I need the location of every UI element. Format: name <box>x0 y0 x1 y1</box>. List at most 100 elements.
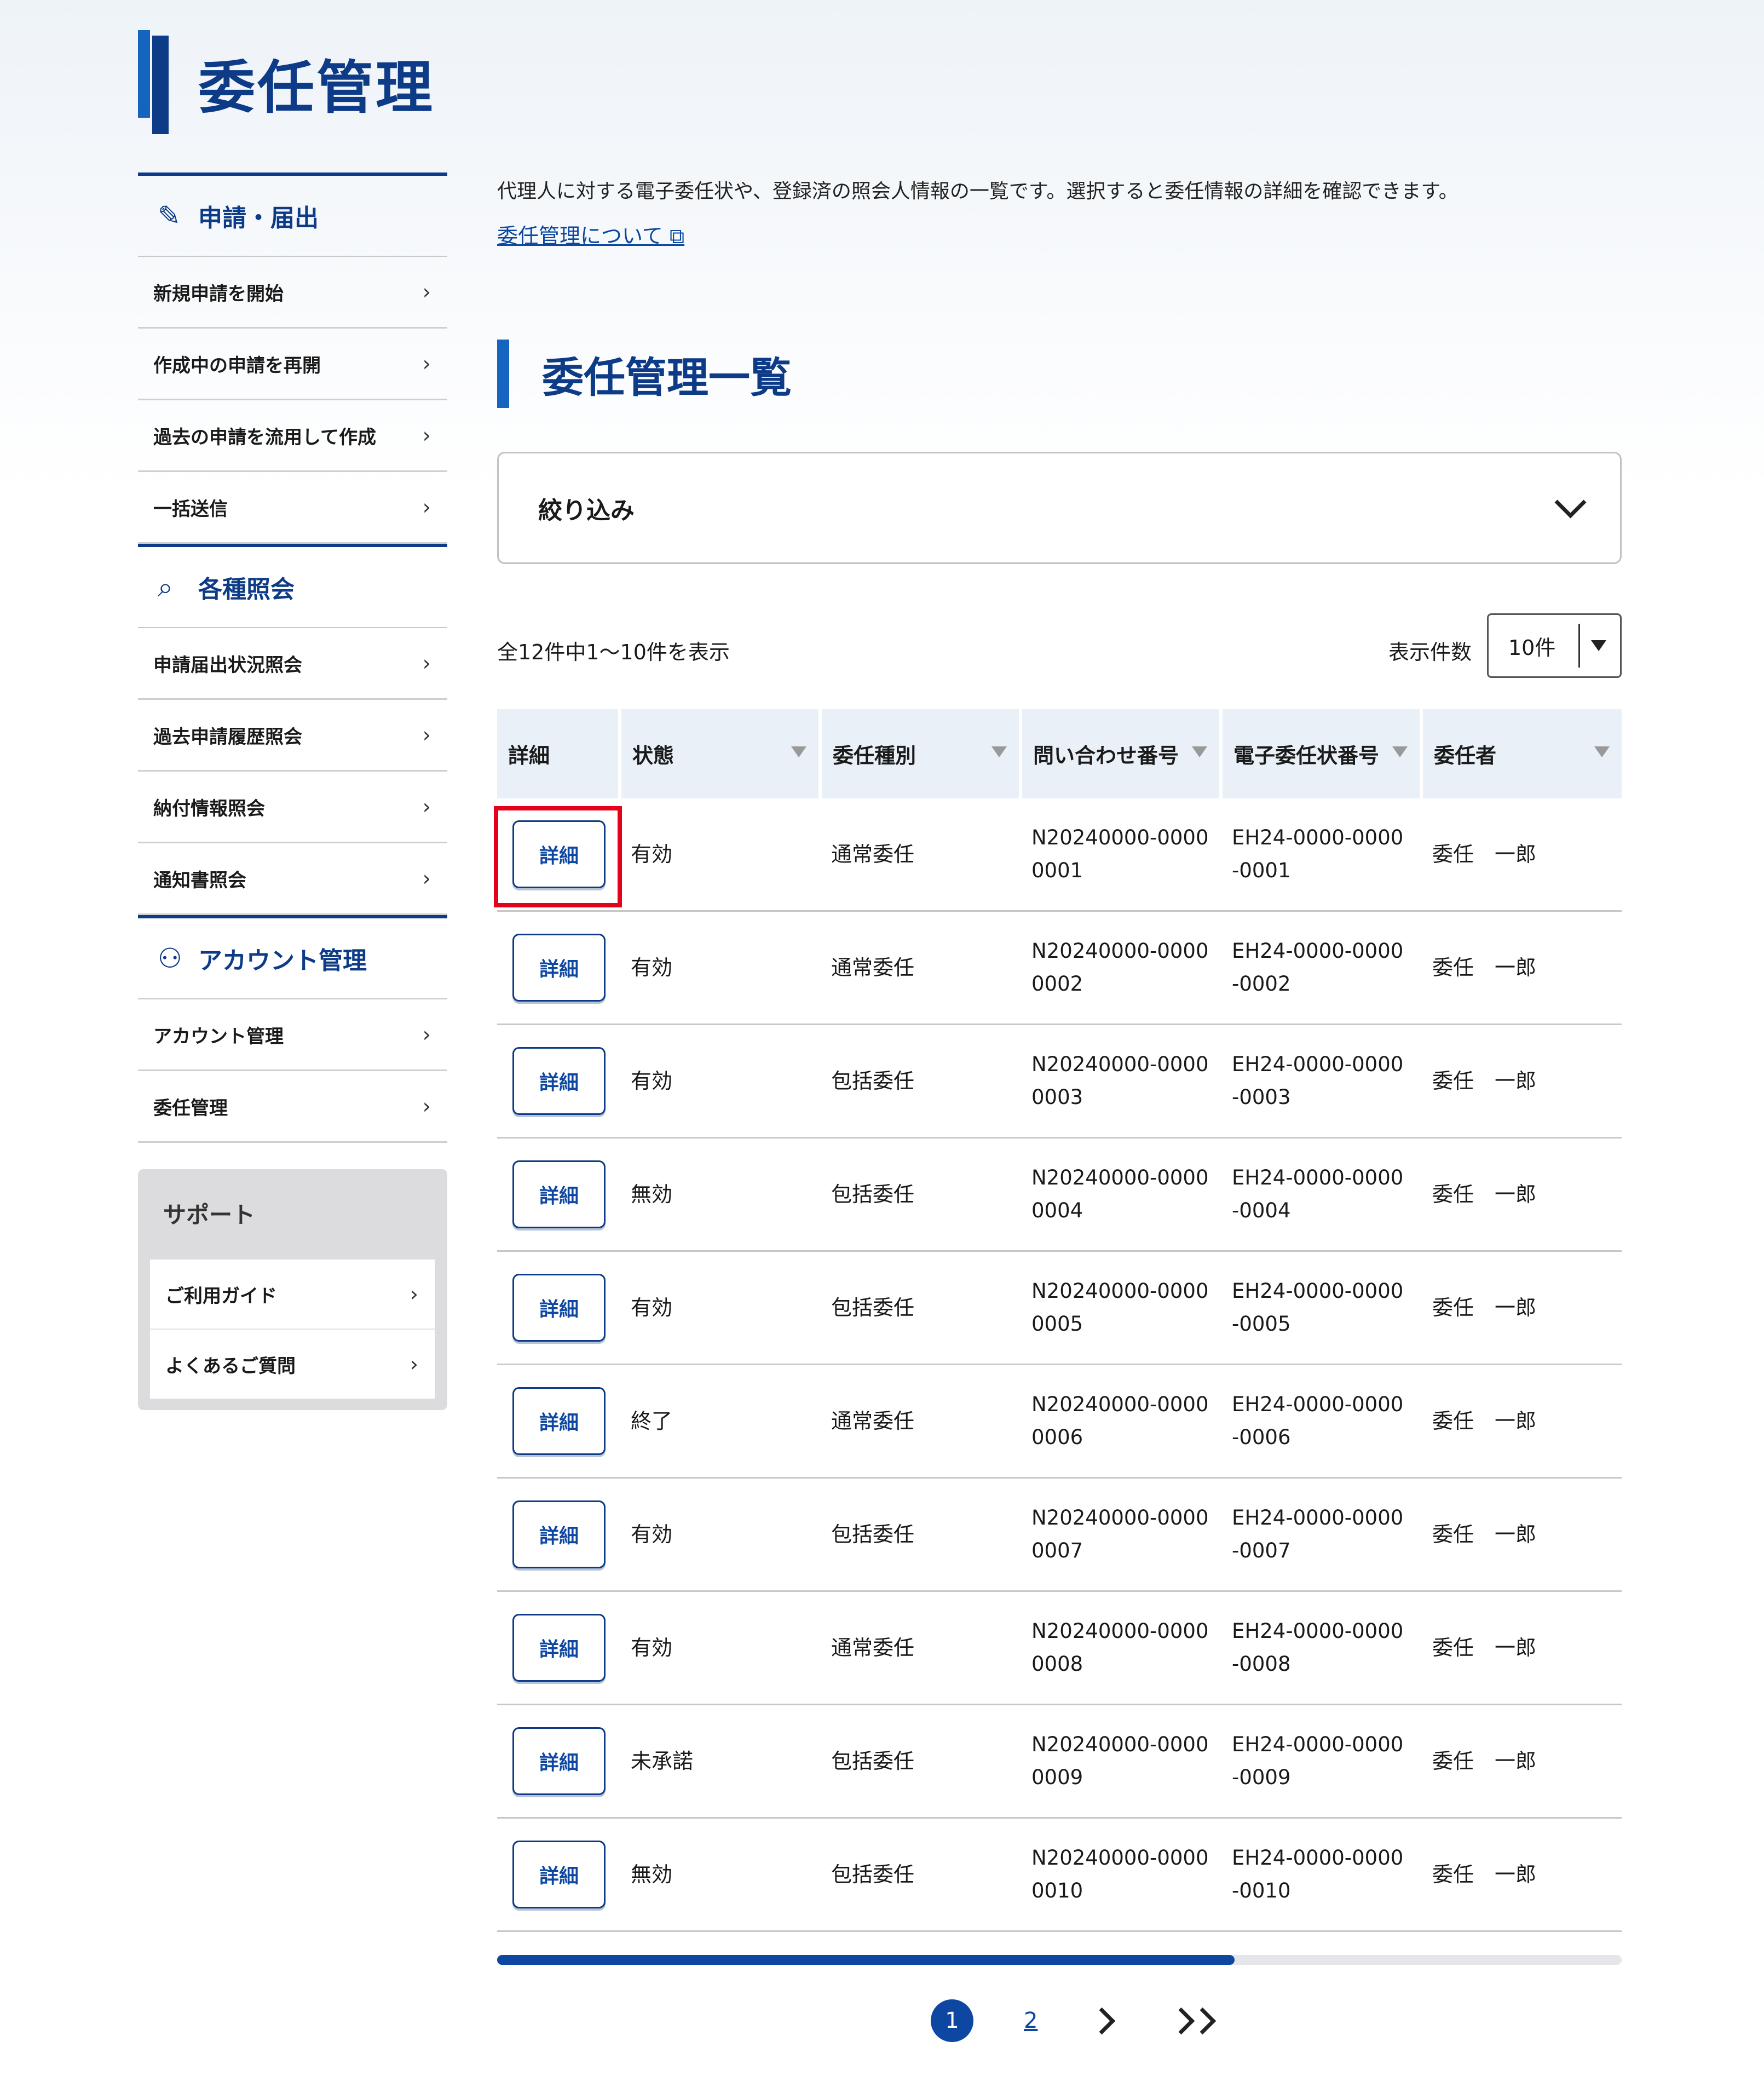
inquiry-number-cell: N20240000-00000004 <box>1021 1137 1221 1252</box>
detail-button[interactable]: 詳細 <box>512 1387 606 1455</box>
detail-cell: 詳細 <box>497 1477 620 1592</box>
select-divider <box>1578 624 1580 668</box>
type-cell: 包括委任 <box>820 1251 1021 1365</box>
sidebar-item-payment-inquiry[interactable]: 納付情報照会 › <box>138 772 447 843</box>
inquiry-number-cell: N20240000-00000001 <box>1021 798 1221 912</box>
chevron-right-icon: › <box>422 651 431 675</box>
sidebar-heading-application: ✎ 申請・届出 <box>138 173 447 257</box>
sidebar-item-bulk-send[interactable]: 一括送信 › <box>138 472 447 544</box>
detail-cell: 詳細 <box>497 1024 620 1138</box>
pagination-page-link[interactable]: 2 <box>1024 2008 1037 2033</box>
chevron-right-icon: › <box>422 423 431 447</box>
sidebar-heading-inquiries: ⌕ 各種照会 <box>138 544 447 628</box>
about-delegation-link[interactable]: 委任管理について ⧉ <box>497 219 684 249</box>
table-row: 詳細 有効 通常委任 N20240000-00000008 EH24-0000-0000… <box>497 1591 1622 1705</box>
status-cell: 有効 <box>620 1477 820 1592</box>
sidebar-item-new-application[interactable]: 新規申請を開始 › <box>138 257 447 329</box>
next-page-icon[interactable] <box>1088 2007 1116 2034</box>
sidebar-item-account-management[interactable]: アカウント管理 › <box>138 999 447 1071</box>
pagination-current-page[interactable]: 1 <box>931 1999 973 2042</box>
certificate-number-cell: EH24-0000-0000-0007 <box>1221 1477 1421 1592</box>
sort-icon[interactable] <box>991 746 1007 757</box>
detail-button[interactable]: 詳細 <box>512 1614 606 1682</box>
detail-button[interactable]: 詳細 <box>512 1500 606 1568</box>
last-page-icon[interactable] <box>1168 2007 1217 2034</box>
type-cell: 包括委任 <box>820 1137 1021 1252</box>
table-header-row: 詳細 状態 委任種別 問い合わせ番号 電子委任状番号 委任者 <box>497 709 1622 798</box>
delegator-cell: 委任 一郎 <box>1421 1591 1622 1705</box>
pencil-icon: ✎ <box>158 200 181 232</box>
detail-button[interactable]: 詳細 <box>512 1047 606 1115</box>
sort-icon[interactable] <box>1594 746 1610 757</box>
per-page-label: 表示件数 <box>1388 640 1472 664</box>
sidebar-item-reuse-past[interactable]: 過去の申請を流用して作成 › <box>138 400 447 472</box>
status-cell: 有効 <box>620 1251 820 1365</box>
type-cell: 包括委任 <box>820 1704 1021 1819</box>
title-accent-bar <box>138 30 169 134</box>
sidebar-item-delegation-management[interactable]: 委任管理 › <box>138 1071 447 1143</box>
sort-icon[interactable] <box>1392 746 1408 757</box>
column-header-inquiry-number[interactable]: 問い合わせ番号 <box>1021 709 1223 798</box>
inquiry-number-cell: N20240000-00000006 <box>1021 1364 1221 1479</box>
detail-button[interactable]: 詳細 <box>512 1841 606 1908</box>
column-header-status[interactable]: 状態 <box>620 709 822 798</box>
detail-cell: 詳細 <box>497 1818 620 1932</box>
sidebar-heading-account: ⚇ アカウント管理 <box>138 915 447 999</box>
status-cell: 有効 <box>620 1591 820 1705</box>
certificate-number-cell: EH24-0000-0000-0009 <box>1221 1704 1421 1819</box>
type-cell: 通常委任 <box>820 1591 1021 1705</box>
type-cell: 通常委任 <box>820 798 1021 912</box>
detail-cell: 詳細 <box>497 1591 620 1705</box>
column-header-type[interactable]: 委任種別 <box>820 709 1022 798</box>
table-row: 詳細 有効 包括委任 N20240000-00000005 EH24-0000-0000… <box>497 1251 1622 1365</box>
sidebar-item-resume-draft[interactable]: 作成中の申請を再開 › <box>138 329 447 400</box>
table-row: 詳細 無効 包括委任 N20240000-00000010 EH24-0000-0000… <box>497 1818 1622 1932</box>
status-cell: 有効 <box>620 911 820 1025</box>
delegator-cell: 委任 一郎 <box>1421 1704 1622 1819</box>
pagination: 1 2 <box>931 1993 1217 2048</box>
type-cell: 通常委任 <box>820 1364 1021 1479</box>
chevron-right-icon: › <box>422 495 431 519</box>
chevron-right-icon: › <box>422 280 431 304</box>
sidebar-item-status-inquiry[interactable]: 申請届出状況照会 › <box>138 628 447 700</box>
sidebar-item-notice-inquiry[interactable]: 通知書照会 › <box>138 843 447 915</box>
support-links: ご利用ガイド › よくあるご質問 › <box>150 1260 435 1399</box>
inquiry-number-cell: N20240000-00000008 <box>1021 1591 1221 1705</box>
section-accent-bar <box>497 340 509 408</box>
type-cell: 包括委任 <box>820 1024 1021 1138</box>
column-header-certificate-number[interactable]: 電子委任状番号 <box>1221 709 1423 798</box>
column-header-delegator[interactable]: 委任者 <box>1421 709 1622 798</box>
chevron-right-icon: › <box>422 352 431 376</box>
detail-button[interactable]: 詳細 <box>512 934 606 1002</box>
chevron-down-icon <box>1554 486 1587 519</box>
delegator-cell: 委任 一郎 <box>1421 1251 1622 1365</box>
filter-label: 絞り込み <box>538 496 635 525</box>
sidebar: ✎ 申請・届出 新規申請を開始 › 作成中の申請を再開 › 過去の申請を流用して作成… <box>138 173 447 1143</box>
support-item-faq[interactable]: よくあるご質問 › <box>150 1330 435 1399</box>
chevron-right-icon: › <box>422 866 431 890</box>
certificate-number-cell: EH24-0000-0000-0006 <box>1221 1364 1421 1479</box>
delegator-cell: 委任 一郎 <box>1421 1364 1622 1479</box>
support-title: サポート <box>163 1201 256 1228</box>
sort-icon[interactable] <box>1192 746 1207 757</box>
status-cell: 有効 <box>620 1024 820 1138</box>
per-page-value: 10件 <box>1508 635 1556 660</box>
result-count: 全12件中1〜10件を表示 <box>497 640 730 664</box>
delegator-cell: 委任 一郎 <box>1421 1137 1622 1252</box>
table-row: 詳細 有効 通常委任 N20240000-00000002 EH24-0000-0000… <box>497 911 1622 1025</box>
detail-button[interactable]: 詳細 <box>512 1160 606 1228</box>
sort-icon[interactable] <box>791 746 806 757</box>
status-cell: 未承諾 <box>620 1704 820 1819</box>
dropdown-arrow-icon <box>1591 640 1606 651</box>
table-scroll-progress[interactable] <box>497 1955 1622 1965</box>
detail-button[interactable]: 詳細 <box>512 1727 606 1795</box>
per-page-select[interactable]: 10件 <box>1487 613 1622 678</box>
status-cell: 無効 <box>620 1818 820 1932</box>
detail-cell: 詳細 <box>497 911 620 1025</box>
support-item-guide[interactable]: ご利用ガイド › <box>150 1260 435 1330</box>
page-title: 委任管理 <box>198 54 435 121</box>
sidebar-item-history-inquiry[interactable]: 過去申請履歴照会 › <box>138 700 447 772</box>
filter-accordion[interactable]: 絞り込み <box>497 452 1622 564</box>
chevron-right-icon: › <box>410 1282 418 1306</box>
detail-button[interactable]: 詳細 <box>512 1274 606 1342</box>
